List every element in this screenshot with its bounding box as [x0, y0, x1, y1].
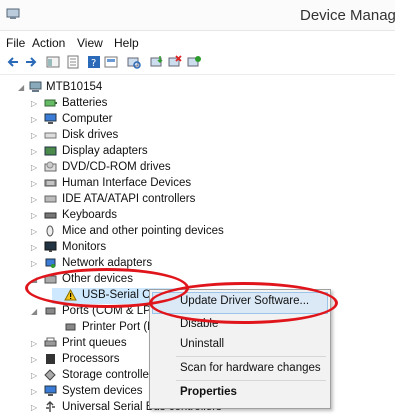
port-icon [44, 305, 57, 317]
printer-port-icon [64, 321, 77, 333]
expand-arrow-icon[interactable]: ▷ [31, 259, 39, 269]
menu-bar: File Action View Help [0, 34, 395, 52]
title-bar: Device Manager [0, 0, 395, 31]
tree-item-label: Print queues [62, 337, 127, 349]
warning-icon [64, 288, 77, 301]
tree-item-label: Computer [62, 113, 113, 125]
back-arrow-icon[interactable] [6, 55, 20, 69]
menu-item-scan[interactable]: Scan for hardware changes [180, 362, 321, 374]
usb-icon [44, 401, 57, 413]
tree-item-label: Keyboards [62, 209, 117, 221]
display-icon [44, 145, 57, 157]
view-icon[interactable] [104, 55, 118, 69]
menu-item-update-driver[interactable]: Update Driver Software... [180, 295, 309, 307]
properties-icon[interactable] [66, 55, 80, 69]
expand-arrow-icon[interactable]: ▷ [31, 211, 39, 221]
context-menu: Update Driver Software... Disable Uninst… [149, 289, 331, 409]
tree-root-label: MTB10154 [46, 81, 103, 93]
other-devices-icon [44, 273, 57, 285]
menu-item-disable[interactable]: Disable [180, 318, 218, 330]
dvd-icon [44, 161, 57, 173]
scan-hardware-icon[interactable] [127, 55, 141, 69]
svg-text:?: ? [91, 58, 96, 69]
hid-icon [44, 177, 57, 189]
menu-view[interactable]: View [77, 36, 103, 50]
menu-item-uninstall[interactable]: Uninstall [180, 338, 224, 350]
tree-item-label: DVD/CD-ROM drives [62, 161, 171, 173]
expand-arrow-icon[interactable]: ▷ [31, 243, 39, 253]
tree-item-label: Processors [62, 353, 120, 365]
network-icon [44, 257, 57, 269]
forward-arrow-icon[interactable] [24, 55, 38, 69]
tree-item-label: IDE ATA/ATAPI controllers [62, 193, 196, 205]
expand-arrow-icon[interactable]: ▷ [31, 179, 39, 189]
monitor-icon [44, 241, 57, 253]
show-hide-tree-icon[interactable] [46, 55, 60, 69]
system-icon [44, 385, 57, 397]
expand-arrow-icon[interactable]: ▷ [31, 115, 39, 125]
expand-arrow-icon[interactable]: ▷ [31, 99, 39, 109]
battery-icon [44, 97, 57, 109]
tree-item-label: Network adapters [62, 257, 153, 269]
uninstall-device-icon[interactable] [168, 55, 182, 69]
tree-item-label: Disk drives [62, 129, 119, 141]
menu-separator [176, 356, 326, 357]
window-title: Device Manager [300, 7, 395, 24]
tree-item-label: System devices [62, 385, 143, 397]
device-manager-icon [6, 8, 20, 20]
expand-arrow-icon[interactable]: ▷ [31, 403, 39, 413]
update-driver-icon[interactable] [150, 55, 164, 69]
enable-device-icon[interactable] [187, 55, 201, 69]
storage-icon [44, 369, 57, 381]
tree-item-label: Display adapters [62, 145, 148, 157]
help-icon[interactable]: ? [87, 55, 101, 69]
expand-arrow-icon[interactable]: ▷ [31, 339, 39, 349]
expand-arrow-icon[interactable]: ▷ [31, 387, 39, 397]
computer-root-icon [29, 81, 42, 93]
expand-arrow-icon[interactable]: ▷ [31, 131, 39, 141]
expand-arrow-icon[interactable]: ▷ [31, 371, 39, 381]
collapse-arrow-icon[interactable]: ◢ [31, 307, 39, 317]
tree-item-label: Human Interface Devices [62, 177, 192, 189]
tree-item-label: Batteries [62, 97, 108, 109]
menu-action[interactable]: Action [32, 36, 65, 50]
collapse-arrow-icon[interactable]: ◢ [18, 83, 26, 93]
tree-item-label: Other devices [62, 273, 133, 285]
menu-file[interactable]: File [6, 36, 25, 50]
printer-icon [44, 337, 57, 349]
menu-help[interactable]: Help [114, 36, 139, 50]
disk-icon [44, 129, 57, 141]
keyboard-icon [44, 209, 57, 221]
expand-arrow-icon[interactable]: ▷ [31, 147, 39, 157]
menu-separator [176, 380, 326, 381]
expand-arrow-icon[interactable]: ▷ [31, 195, 39, 205]
menu-item-properties[interactable]: Properties [180, 386, 237, 398]
tree-item-label: Mice and other pointing devices [62, 225, 224, 237]
ide-icon [44, 193, 57, 205]
tree-item-label: Ports (COM & LPT) [62, 305, 162, 317]
tree-item-label: Monitors [62, 241, 107, 253]
toolbar: ? [0, 52, 395, 75]
expand-arrow-icon[interactable]: ▷ [31, 355, 39, 365]
tree-item-label: Storage controllers [62, 369, 159, 381]
mouse-icon [44, 225, 57, 237]
collapse-arrow-icon[interactable]: ◢ [31, 275, 39, 285]
expand-arrow-icon[interactable]: ▷ [31, 163, 39, 173]
expand-arrow-icon[interactable]: ▷ [31, 227, 39, 237]
processor-icon [44, 353, 57, 365]
computer-icon [44, 113, 57, 125]
